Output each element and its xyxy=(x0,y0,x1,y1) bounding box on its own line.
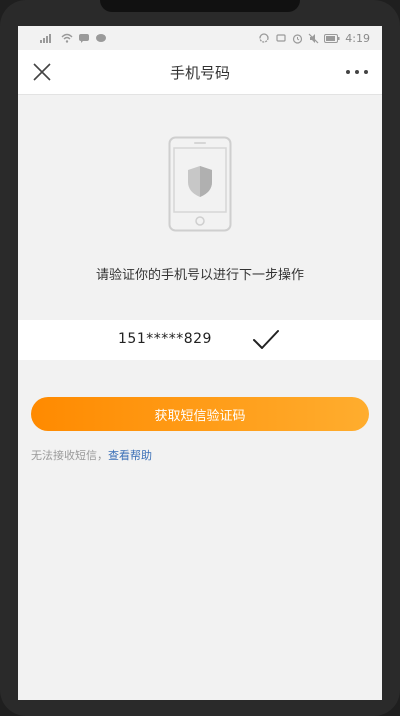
sync-icon xyxy=(275,33,287,43)
battery-icon xyxy=(324,33,340,43)
help-text: 无法接收短信， xyxy=(31,449,108,462)
mute-icon xyxy=(308,33,319,44)
message-icon xyxy=(78,33,90,43)
phone-frame: 4:19 手机号码 请验证你的手机号以进行下一步操作 151*****829 获… xyxy=(0,0,400,716)
status-left xyxy=(40,33,107,43)
check-icon xyxy=(252,328,280,352)
signal-icon xyxy=(40,33,56,43)
message-icon xyxy=(95,33,107,43)
wifi-icon xyxy=(61,33,73,43)
help-row: 无法接收短信，查看帮助 xyxy=(31,447,152,463)
help-link[interactable]: 查看帮助 xyxy=(108,449,152,462)
page-title: 手机号码 xyxy=(169,63,230,82)
status-time: 4:19 xyxy=(345,31,370,45)
more-button[interactable] xyxy=(342,60,372,84)
phone-number: 151*****829 xyxy=(118,331,212,347)
phone-number-row[interactable]: 151*****829 xyxy=(18,320,382,360)
more-icon xyxy=(346,70,368,74)
status-right: 4:19 xyxy=(258,32,370,45)
status-bar: 4:19 xyxy=(18,26,382,50)
alarm-icon xyxy=(292,33,303,44)
phone-shield-icon xyxy=(168,136,232,232)
screen: 4:19 手机号码 请验证你的手机号以进行下一步操作 151*****829 获… xyxy=(18,26,382,700)
verify-prompt: 请验证你的手机号以进行下一步操作 xyxy=(95,268,304,283)
close-icon xyxy=(33,63,51,81)
close-button[interactable] xyxy=(30,60,54,84)
phone-notch xyxy=(100,0,300,12)
sync-icon xyxy=(258,33,270,43)
nav-bar: 手机号码 xyxy=(18,50,382,95)
get-sms-code-button[interactable]: 获取短信验证码 xyxy=(31,397,369,431)
